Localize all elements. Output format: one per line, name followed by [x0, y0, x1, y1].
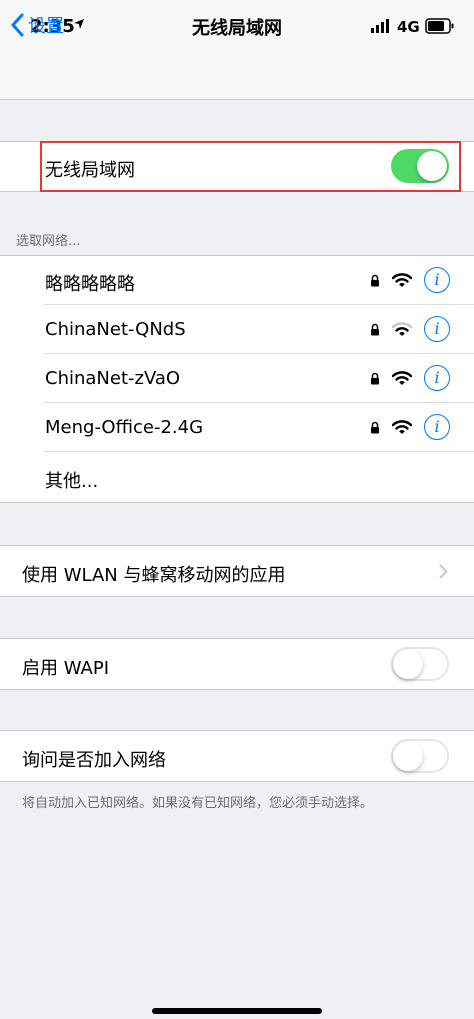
wlan-apps-label: 使用 WLAN 与蜂窝移动网的应用 — [22, 565, 286, 586]
wapi-row: 启用 WAPI — [0, 640, 474, 689]
wifi-toggle-row: 无线局域网 — [0, 142, 474, 191]
lock-icon — [371, 274, 379, 286]
chevron-right-icon — [439, 564, 448, 579]
wifi-strength-icon — [392, 419, 412, 434]
ask-join-group: 询问是否加入网络 — [0, 730, 474, 782]
home-indicator[interactable] — [152, 1008, 322, 1014]
ask-join-switch[interactable] — [391, 739, 449, 773]
other-network-label: 其他... — [45, 471, 99, 492]
switch-knob — [393, 649, 423, 679]
networks-group: 略略略略略 i ChinaNet-QNdS i ChinaNet-zVaO i … — [0, 255, 474, 503]
lock-icon — [371, 421, 379, 433]
wifi-toggle-group: 无线局域网 — [0, 141, 474, 192]
navigation-bar — [0, 50, 474, 100]
wlan-apps-row[interactable]: 使用 WLAN 与蜂窝移动网的应用 — [0, 547, 474, 596]
network-name: ChinaNet-zVaO — [45, 368, 181, 389]
info-button[interactable]: i — [424, 414, 450, 440]
row-divider — [44, 451, 474, 452]
wapi-switch[interactable] — [391, 647, 449, 681]
wapi-label: 启用 WAPI — [22, 658, 110, 679]
wifi-strength-icon — [392, 370, 412, 385]
network-name: Meng-Office-2.4G — [45, 417, 204, 438]
wifi-switch[interactable] — [391, 149, 449, 183]
wifi-strength-icon — [392, 321, 412, 336]
network-name: 略略略略略 — [45, 274, 135, 295]
switch-knob — [393, 741, 423, 771]
networks-section-header: 选取网络... — [16, 234, 81, 249]
network-row[interactable]: 略略略略略 i — [0, 256, 474, 305]
other-network-row[interactable]: 其他... — [0, 453, 474, 502]
chevron-left-icon — [11, 13, 24, 37]
wapi-group: 启用 WAPI — [0, 638, 474, 690]
lock-icon — [371, 323, 379, 335]
network-row[interactable]: ChinaNet-zVaO i — [0, 354, 474, 403]
network-row[interactable]: ChinaNet-QNdS i — [0, 305, 474, 354]
page-title: 无线局域网 — [192, 18, 282, 39]
info-button[interactable]: i — [424, 316, 450, 342]
network-name: ChinaNet-QNdS — [45, 319, 186, 340]
wifi-toggle-label: 无线局域网 — [45, 160, 135, 181]
switch-knob — [417, 151, 447, 181]
footer-note: 将自动加入已知网络。如果没有已知网络，您必须手动选择。 — [22, 796, 374, 811]
info-button[interactable]: i — [424, 267, 450, 293]
wlan-apps-group: 使用 WLAN 与蜂窝移动网的应用 — [0, 545, 474, 597]
ask-join-label: 询问是否加入网络 — [22, 750, 166, 771]
back-label: 设置 — [28, 16, 64, 37]
lock-icon — [371, 372, 379, 384]
network-row[interactable]: Meng-Office-2.4G i — [0, 403, 474, 452]
info-button[interactable]: i — [424, 365, 450, 391]
ask-join-row: 询问是否加入网络 — [0, 732, 474, 781]
back-button[interactable]: 设置 — [10, 10, 64, 40]
wifi-strength-icon — [392, 272, 412, 287]
